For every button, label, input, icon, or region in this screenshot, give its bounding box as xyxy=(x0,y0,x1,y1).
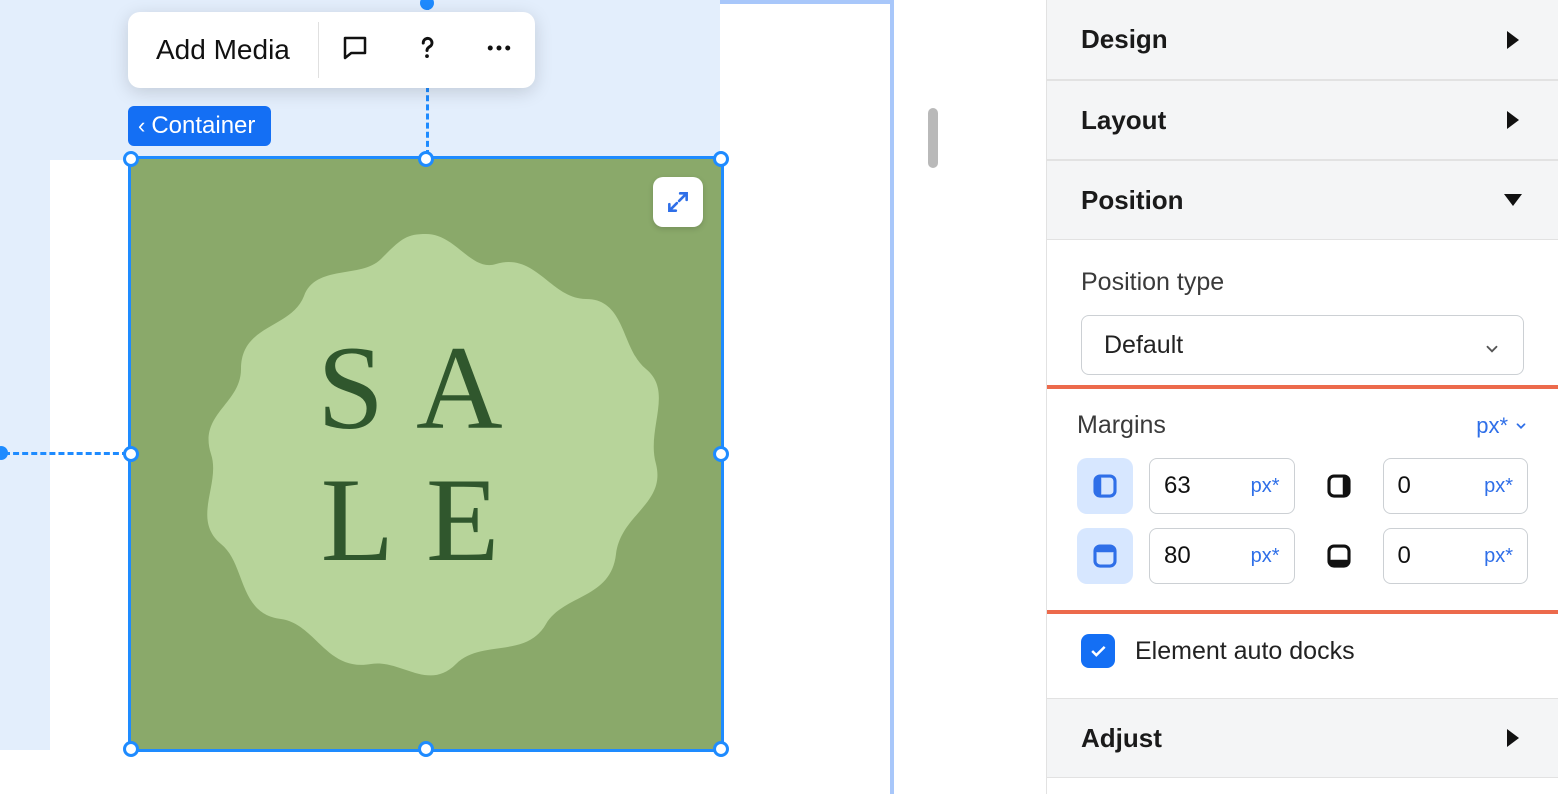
margin-top-input[interactable] xyxy=(1164,542,1224,570)
chevron-right-icon xyxy=(1507,31,1519,49)
margin-right-icon[interactable] xyxy=(1311,458,1367,514)
section-adjust-label: Adjust xyxy=(1081,723,1162,754)
chevron-right-icon xyxy=(1507,729,1519,747)
margins-label: Margins xyxy=(1077,411,1166,440)
position-type-value: Default xyxy=(1104,331,1183,360)
section-design[interactable]: Design xyxy=(1047,0,1558,80)
margin-bottom-input[interactable] xyxy=(1398,542,1458,570)
margin-bottom-unit: px* xyxy=(1484,545,1513,568)
more-icon xyxy=(484,33,514,68)
chevron-right-icon xyxy=(1507,111,1519,129)
chevron-down-icon xyxy=(1514,419,1528,433)
margins-group-highlight: Margins px* px* px* xyxy=(1046,385,1558,614)
auto-dock-label: Element auto docks xyxy=(1135,637,1355,666)
resize-handle-bl[interactable] xyxy=(123,741,139,757)
margin-right-field[interactable]: px* xyxy=(1383,458,1529,514)
resize-handle-r[interactable] xyxy=(713,446,729,462)
guide-line-horizontal xyxy=(4,452,128,455)
margin-right-unit: px* xyxy=(1484,475,1513,498)
position-section-body: Position type Default xyxy=(1047,240,1558,385)
canvas-area: SA LE ‹ Container Add Media xyxy=(0,0,898,794)
position-type-label: Position type xyxy=(1081,268,1524,297)
media-text-line1: SA xyxy=(317,322,534,454)
more-button[interactable] xyxy=(463,12,535,88)
section-adjust[interactable]: Adjust xyxy=(1047,698,1558,778)
breadcrumb-container-pill[interactable]: ‹ Container xyxy=(128,106,271,146)
auto-dock-checkbox[interactable] xyxy=(1081,634,1115,668)
help-button[interactable] xyxy=(391,12,463,88)
margins-unit-value: px* xyxy=(1476,413,1508,439)
chevron-left-icon: ‹ xyxy=(138,113,145,139)
element-toolbar: Add Media xyxy=(128,12,535,88)
resize-handle-tr[interactable] xyxy=(713,151,729,167)
help-icon xyxy=(412,33,442,68)
margin-left-icon[interactable] xyxy=(1077,458,1133,514)
margin-top-field[interactable]: px* xyxy=(1149,528,1295,584)
resize-handle-t[interactable] xyxy=(418,151,434,167)
chevron-down-icon xyxy=(1504,194,1522,206)
checkmark-icon xyxy=(1088,641,1108,661)
scroll-track[interactable] xyxy=(928,0,942,794)
breadcrumb-label: Container xyxy=(151,112,255,140)
resize-handle-l[interactable] xyxy=(123,446,139,462)
section-position[interactable]: Position xyxy=(1047,160,1558,240)
add-media-button[interactable]: Add Media xyxy=(128,12,318,88)
margin-top-unit: px* xyxy=(1251,545,1280,568)
section-design-label: Design xyxy=(1081,24,1168,55)
resize-handle-b[interactable] xyxy=(418,741,434,757)
margin-left-field[interactable]: px* xyxy=(1149,458,1295,514)
inspector-panel: Design Layout Position Position type Def… xyxy=(1046,0,1558,794)
position-type-select[interactable]: Default xyxy=(1081,315,1524,375)
resize-handle-tl[interactable] xyxy=(123,151,139,167)
margins-unit-dropdown[interactable]: px* xyxy=(1476,413,1528,439)
section-layout-label: Layout xyxy=(1081,105,1166,136)
margin-bottom-icon[interactable] xyxy=(1311,528,1367,584)
margin-left-input[interactable] xyxy=(1164,472,1224,500)
scroll-thumb[interactable] xyxy=(928,108,938,168)
margin-left-unit: px* xyxy=(1251,475,1280,498)
section-position-label: Position xyxy=(1081,185,1184,216)
section-layout[interactable]: Layout xyxy=(1047,80,1558,160)
margin-top-icon[interactable] xyxy=(1077,528,1133,584)
comment-button[interactable] xyxy=(319,12,391,88)
auto-dock-row[interactable]: Element auto docks xyxy=(1047,614,1558,698)
resize-handle-br[interactable] xyxy=(713,741,729,757)
media-text-line2: LE xyxy=(317,454,534,586)
comment-icon xyxy=(340,33,370,68)
margin-bottom-field[interactable]: px* xyxy=(1383,528,1529,584)
chevron-down-icon xyxy=(1483,336,1501,354)
margin-right-input[interactable] xyxy=(1398,472,1458,500)
